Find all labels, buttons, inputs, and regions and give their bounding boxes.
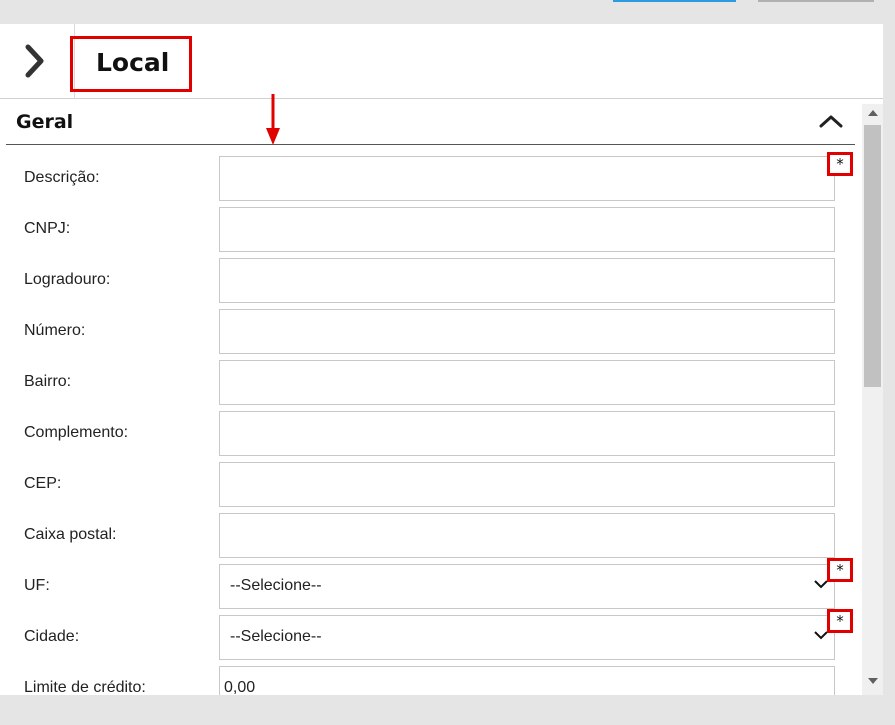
field-label: Logradouro: (24, 271, 111, 288)
required-asterisk: * (835, 561, 845, 579)
section-title: Geral (16, 111, 74, 133)
required-marker: * (827, 609, 853, 633)
field-input[interactable] (219, 462, 835, 507)
field-input[interactable] (219, 207, 835, 252)
field-select[interactable]: --Selecione-- (219, 615, 835, 660)
field-label: Limite de crédito: (24, 679, 146, 695)
top-secondary-button[interactable] (758, 0, 874, 2)
local-form-panel: Local Geral Descrição: * CNPJ: Logradouro: N… (0, 24, 883, 695)
scrollbar-thumb[interactable] (864, 125, 881, 387)
required-marker: * (827, 558, 853, 582)
field-label: Complemento: (24, 424, 129, 441)
chevron-up-icon[interactable] (818, 113, 844, 129)
field-label: CNPJ: (24, 220, 71, 237)
top-primary-button[interactable] (613, 0, 736, 2)
scroll-up-icon[interactable] (868, 110, 878, 116)
annotation-arrow (266, 94, 280, 145)
input-value: 0,00 (224, 679, 256, 695)
field-label: Descrição: (24, 169, 100, 186)
panel-header: Local (0, 24, 883, 99)
field-label: Bairro: (24, 373, 72, 390)
select-value: --Selecione-- (230, 628, 322, 645)
required-asterisk: * (835, 612, 845, 630)
chevron-right-icon (25, 44, 44, 78)
field-label: Caixa postal: (24, 526, 117, 543)
field-label: UF: (24, 577, 50, 594)
required-marker: * (827, 152, 853, 176)
select-value: --Selecione-- (230, 577, 322, 594)
field-input[interactable] (219, 156, 835, 201)
scroll-down-icon[interactable] (868, 678, 878, 684)
field-label: Número: (24, 322, 86, 339)
back-button[interactable] (0, 24, 75, 99)
page-title: Local (96, 48, 170, 77)
field-label: CEP: (24, 475, 62, 492)
field-input[interactable] (219, 513, 835, 558)
field-input[interactable]: 0,00 (219, 666, 835, 695)
field-label: Cidade: (24, 628, 80, 645)
field-input[interactable] (219, 411, 835, 456)
section-divider (6, 144, 855, 145)
required-asterisk: * (835, 155, 845, 173)
field-input[interactable] (219, 309, 835, 354)
field-input[interactable] (219, 258, 835, 303)
chevron-down-icon (814, 631, 828, 640)
chevron-down-icon (814, 580, 828, 589)
field-select[interactable]: --Selecione-- (219, 564, 835, 609)
field-input[interactable] (219, 360, 835, 405)
